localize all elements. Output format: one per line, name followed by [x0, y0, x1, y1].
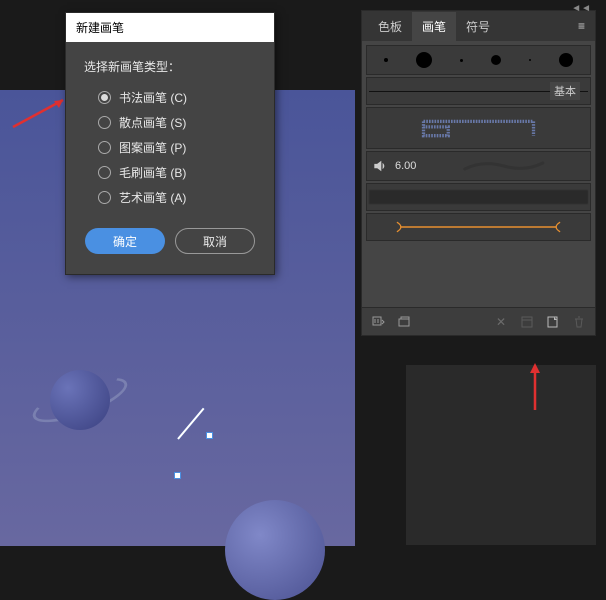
speaker-icon	[373, 159, 387, 173]
dot-icon	[491, 55, 501, 65]
radio-calligraphy[interactable]: 书法画笔 (C)	[98, 85, 256, 110]
dot-icon	[529, 59, 531, 61]
brush-preset-border[interactable]	[366, 107, 591, 149]
radio-label: 毛刷画笔 (B)	[119, 164, 186, 181]
dialog-title: 新建画笔	[66, 13, 274, 42]
panel-empty	[362, 247, 595, 307]
panel-menu-icon[interactable]: ≡	[574, 15, 589, 37]
brush-preset-rough[interactable]	[366, 183, 591, 211]
cancel-button[interactable]: 取消	[175, 228, 255, 254]
tab-swatches[interactable]: 色板	[368, 12, 412, 41]
dot-icon	[416, 52, 432, 68]
radio-icon	[98, 116, 111, 129]
tab-symbols[interactable]: 符号	[456, 12, 500, 41]
brushes-panel: ◄◄ 色板 画笔 符号 ≡ 基本	[361, 10, 596, 336]
anchor-point-2[interactable]	[174, 472, 181, 479]
radio-pattern[interactable]: 图案画笔 (P)	[98, 135, 256, 160]
dock-strip	[406, 365, 596, 545]
new-brush-dialog: 新建画笔 选择新画笔类型： 书法画笔 (C) 散点画笔 (S) 图案画笔 (P)…	[65, 12, 275, 275]
brush-preset-wavy[interactable]: 6.00	[366, 151, 591, 181]
radio-bristle[interactable]: 毛刷画笔 (B)	[98, 160, 256, 185]
radio-icon	[98, 91, 111, 104]
options-icon[interactable]	[519, 314, 535, 330]
radio-icon	[98, 166, 111, 179]
brush-preset-orange[interactable]	[366, 213, 591, 241]
type-label: 选择新画笔类型：	[84, 58, 256, 75]
anchor-point-1[interactable]	[206, 432, 213, 439]
radio-art[interactable]: 艺术画笔 (A)	[98, 185, 256, 210]
radio-label: 图案画笔 (P)	[119, 139, 186, 156]
planet-large	[225, 500, 325, 600]
remove-stroke-icon[interactable]: ✕	[493, 314, 509, 330]
dot-icon	[559, 53, 573, 67]
library-menu-icon[interactable]	[370, 314, 386, 330]
libraries-icon[interactable]	[396, 314, 412, 330]
basic-label: 基本	[550, 82, 580, 100]
panel-collapse-icon[interactable]: ◄◄	[571, 3, 591, 14]
brush-size-value: 6.00	[395, 160, 416, 172]
orange-stroke-icon	[369, 219, 588, 235]
dot-icon	[460, 59, 463, 62]
brush-preset-dots[interactable]	[366, 45, 591, 75]
brush-preset-basic[interactable]: 基本	[366, 77, 591, 105]
radio-label: 艺术画笔 (A)	[119, 189, 186, 206]
radio-label: 散点画笔 (S)	[119, 114, 186, 131]
radio-label: 书法画笔 (C)	[119, 89, 187, 106]
radio-icon	[98, 191, 111, 204]
ok-button[interactable]: 确定	[85, 228, 165, 254]
wavy-stroke-icon	[424, 160, 584, 172]
annotation-arrow-2	[525, 355, 545, 415]
rough-stroke-icon	[369, 190, 588, 204]
planet-small	[50, 370, 110, 430]
pattern-icon	[369, 117, 588, 139]
dot-icon	[384, 58, 388, 62]
path-segment[interactable]	[177, 408, 204, 440]
delete-icon[interactable]	[571, 314, 587, 330]
tab-brushes[interactable]: 画笔	[412, 12, 456, 41]
radio-icon	[98, 141, 111, 154]
new-brush-icon[interactable]	[545, 314, 561, 330]
radio-scatter[interactable]: 散点画笔 (S)	[98, 110, 256, 135]
